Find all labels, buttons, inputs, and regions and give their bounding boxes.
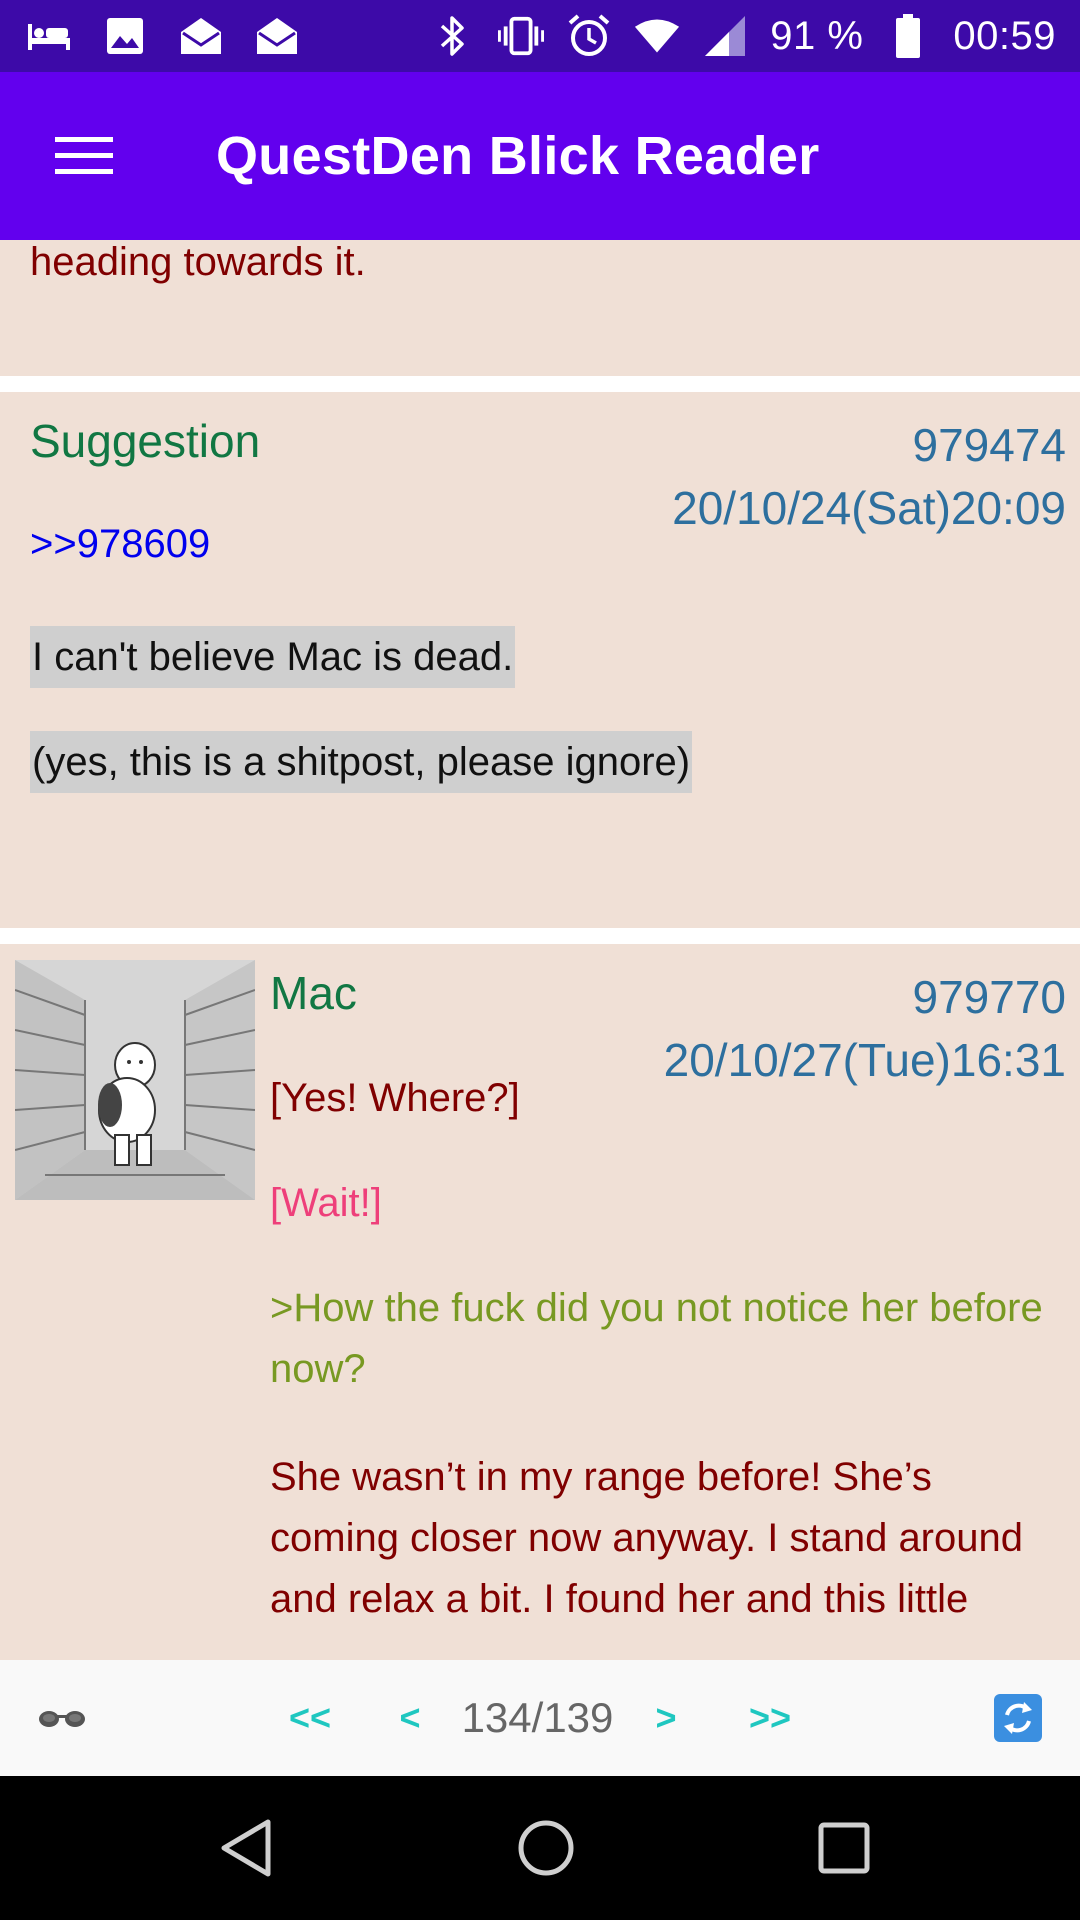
page-indicator: 134/139	[461, 1694, 614, 1741]
poster-name: Mac	[270, 967, 357, 1019]
app-title: QuestDen Blick Reader	[216, 126, 820, 186]
poster-name: Suggestion	[30, 415, 261, 467]
vibrate-icon	[498, 13, 545, 59]
post-body-text: [Wait!]	[270, 1181, 382, 1225]
page-navigation-toolbar: << < 134/139 > >>	[0, 1660, 1080, 1776]
status-bar: 91 % 00:59	[0, 0, 1080, 72]
thread-content[interactable]: heading towards it. Suggestion 979474 20…	[0, 240, 1080, 1660]
spoiler-text[interactable]: (yes, this is a shitpost, please ignore)	[30, 731, 693, 793]
bluetooth-icon	[430, 13, 476, 59]
wifi-icon	[634, 13, 680, 59]
post: Suggestion 979474 20/10/24(Sat)20:09 >>9…	[0, 392, 1080, 928]
post: Mac 979770 20/10/27(Tue)16:31 [Yes! Wher…	[0, 944, 1080, 1660]
greentext: >How the fuck did you not notice her bef…	[270, 1286, 1043, 1391]
hamburger-menu-icon[interactable]	[24, 96, 144, 216]
back-icon[interactable]	[176, 1776, 316, 1920]
post: heading towards it.	[0, 240, 1080, 376]
post-number[interactable]: 979770	[664, 966, 1067, 1029]
post-thumbnail[interactable]	[15, 960, 255, 1200]
post-date: 20/10/24(Sat)20:09	[672, 482, 1066, 534]
mail-open-icon	[178, 13, 224, 59]
home-icon[interactable]	[476, 1776, 616, 1920]
system-nav-bar	[0, 1776, 1080, 1920]
battery-percent: 91 %	[770, 13, 864, 58]
post-body-text: heading towards it.	[30, 240, 366, 284]
clock: 00:59	[953, 13, 1056, 58]
app-bar: QuestDen Blick Reader	[0, 72, 1080, 240]
cell-signal-icon	[702, 13, 748, 59]
mail-open-icon	[254, 13, 300, 59]
image-icon	[102, 13, 148, 59]
alarm-icon	[566, 13, 612, 59]
glasses-icon[interactable]	[30, 1660, 94, 1776]
next-page-button[interactable]: >	[636, 1660, 696, 1776]
spoiler-text[interactable]: I can't believe Mac is dead.	[30, 626, 516, 688]
bed-icon	[26, 13, 72, 59]
recents-icon[interactable]	[774, 1776, 914, 1920]
post-meta: 979474 20/10/24(Sat)20:09	[672, 414, 1066, 540]
previous-page-button[interactable]: <	[380, 1660, 440, 1776]
refresh-icon[interactable]	[990, 1660, 1046, 1776]
post-number[interactable]: 979474	[672, 414, 1067, 477]
post-body-text: [Yes! Where?]	[270, 1076, 520, 1120]
battery-icon	[885, 13, 931, 59]
first-page-button[interactable]: <<	[270, 1660, 350, 1776]
quote-link[interactable]: >>978609	[30, 522, 210, 567]
post-body-text: She wasn’t in my range before! She’s com…	[270, 1455, 1023, 1621]
last-page-button[interactable]: >>	[730, 1660, 810, 1776]
